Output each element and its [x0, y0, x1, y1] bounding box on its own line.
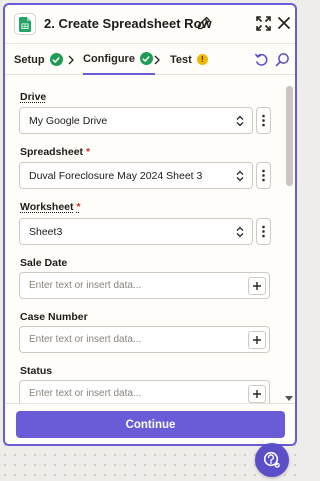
check-circle-icon — [49, 53, 63, 66]
panel-header: 2. Create Spreadsheet Row — [5, 5, 295, 43]
step-title: 2. Create Spreadsheet Row — [44, 16, 212, 31]
status-label: Status — [20, 365, 53, 377]
drive-value: My Google Drive — [29, 114, 108, 127]
status-placeholder: Enter text or insert data... — [29, 388, 142, 399]
more-vertical-icon — [262, 114, 265, 127]
insert-data-button[interactable] — [248, 277, 266, 295]
worksheet-options-button[interactable] — [256, 218, 271, 245]
step-tabs: Setup Configure Test ! — [5, 43, 295, 75]
spreadsheet-label: Spreadsheet * — [20, 146, 91, 158]
close-icon[interactable] — [277, 16, 291, 30]
vertical-scrollbar[interactable] — [284, 76, 293, 403]
edit-pencil-icon[interactable] — [197, 16, 211, 30]
tab-label: Setup — [14, 53, 45, 66]
chevron-right-icon — [68, 55, 74, 65]
scroll-thumb[interactable] — [286, 86, 293, 186]
chevron-right-icon — [154, 55, 160, 65]
required-marker: * — [76, 201, 81, 213]
panel-footer: Continue — [5, 403, 295, 444]
status-input[interactable]: Enter text or insert data... — [19, 380, 270, 403]
worksheet-select[interactable]: Sheet3 — [19, 218, 253, 245]
chevron-up-down-icon — [236, 226, 244, 238]
chat-help-icon — [263, 451, 280, 468]
plus-icon — [253, 282, 261, 290]
plus-icon — [253, 336, 261, 344]
search-icon[interactable] — [275, 52, 290, 67]
check-circle-icon — [139, 52, 153, 65]
configure-form: Drive My Google Drive Spreadsheet * Duval… — [5, 76, 295, 403]
drive-options-button[interactable] — [256, 107, 271, 134]
plus-icon — [253, 390, 261, 398]
tab-label: Configure — [83, 52, 135, 65]
insert-data-button[interactable] — [248, 331, 266, 349]
step-editor-panel: 2. Create Spreadsheet Row Setup Configur… — [3, 3, 297, 446]
sale-date-label: Sale Date — [20, 257, 68, 269]
case-number-placeholder: Enter text or insert data... — [29, 334, 142, 345]
continue-button[interactable]: Continue — [16, 411, 285, 438]
warning-icon: ! — [196, 54, 208, 65]
undo-icon[interactable] — [254, 52, 269, 67]
tab-label: Test — [170, 53, 192, 66]
more-vertical-icon — [262, 169, 265, 182]
worksheet-label: Worksheet * — [20, 201, 81, 213]
expand-icon[interactable] — [256, 16, 271, 31]
drive-label: Drive — [20, 91, 47, 103]
case-number-input[interactable]: Enter text or insert data... — [19, 326, 270, 353]
insert-data-button[interactable] — [248, 385, 266, 403]
case-number-label: Case Number — [20, 311, 88, 323]
spreadsheet-select[interactable]: Duval Foreclosure May 2024 Sheet 3 — [19, 162, 253, 189]
google-sheets-icon — [14, 13, 36, 35]
worksheet-value: Sheet3 — [29, 225, 63, 238]
scroll-down-arrow-icon[interactable] — [285, 396, 293, 401]
sale-date-placeholder: Enter text or insert data... — [29, 280, 142, 291]
spreadsheet-value: Duval Foreclosure May 2024 Sheet 3 — [29, 169, 203, 182]
more-vertical-icon — [262, 225, 265, 238]
tab-test[interactable]: Test ! — [170, 44, 208, 75]
spreadsheet-options-button[interactable] — [256, 162, 271, 189]
tab-setup[interactable]: Setup — [14, 44, 63, 75]
chevron-up-down-icon — [236, 115, 244, 127]
required-marker: * — [86, 146, 91, 158]
sale-date-input[interactable]: Enter text or insert data... — [19, 272, 270, 299]
drive-select[interactable]: My Google Drive — [19, 107, 253, 134]
chevron-up-down-icon — [236, 170, 244, 182]
tab-configure[interactable]: Configure — [83, 44, 155, 75]
help-chat-button[interactable] — [255, 443, 289, 477]
